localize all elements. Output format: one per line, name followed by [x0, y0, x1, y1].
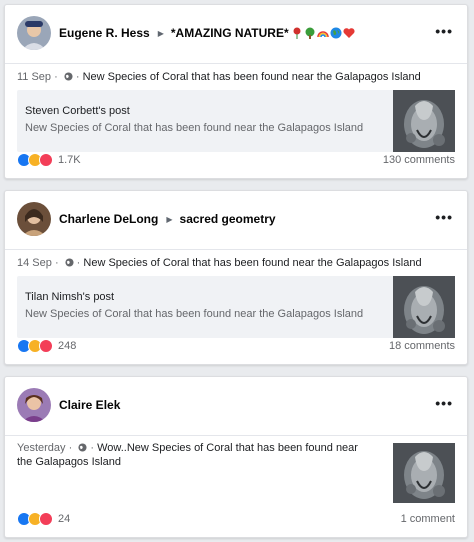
post-card: Eugene R. Hess ▶ *AMAZING NATURE* ••• 11… — [4, 4, 468, 179]
post-meta: 14 Sep · · New Species of Coral that has… — [17, 257, 422, 269]
love-reaction-icon — [39, 512, 53, 526]
more-options-icon[interactable]: ••• — [435, 209, 453, 225]
author-name[interactable]: Charlene DeLong — [59, 212, 158, 226]
shared-post-text: New Species of Coral that has been found… — [25, 122, 364, 134]
post-date[interactable]: Yesterday — [17, 442, 66, 454]
avatar[interactable] — [17, 202, 51, 236]
comments-count[interactable]: 18 comments — [389, 340, 455, 352]
post-author-line: Claire Elek — [59, 398, 120, 412]
reaction-count[interactable]: 248 — [58, 340, 76, 352]
post-author-line: Charlene DeLong ▶ sacred geometry — [59, 212, 276, 226]
coral-thumbnail[interactable] — [393, 276, 455, 338]
reactions[interactable]: 24 — [17, 512, 70, 526]
globe-icon — [64, 72, 73, 81]
post-header: Eugene R. Hess ▶ *AMAZING NATURE* ••• — [5, 5, 467, 63]
caret-right-icon: ▶ — [166, 214, 173, 224]
avatar[interactable] — [17, 16, 51, 50]
tree-icon — [305, 27, 315, 39]
post-header: Charlene DeLong ▶ sacred geometry ••• — [5, 191, 467, 249]
coral-thumbnail[interactable] — [393, 90, 455, 152]
group-emojis — [291, 27, 355, 39]
shared-post-title[interactable]: Tilan Nimsh's post — [25, 291, 114, 303]
divider — [5, 435, 467, 436]
comments-count[interactable]: 130 comments — [383, 154, 455, 166]
shared-post-title[interactable]: Steven Corbett's post — [25, 105, 130, 117]
love-reaction-icon — [39, 339, 53, 353]
author-name[interactable]: Claire Elek — [59, 398, 120, 412]
shared-post[interactable]: Steven Corbett's post New Species of Cor… — [17, 90, 455, 152]
post-description: New Species of Coral that has been found… — [83, 257, 422, 269]
love-reaction-icon — [39, 153, 53, 167]
reactions[interactable]: 248 — [17, 339, 76, 353]
more-options-icon[interactable]: ••• — [435, 23, 453, 39]
globe-icon — [78, 443, 87, 452]
post-footer: 1.7K 130 comments — [17, 153, 455, 169]
globe-emoji-icon — [330, 27, 342, 39]
post-date[interactable]: 11 Sep — [17, 71, 51, 83]
post-header: Claire Elek ••• — [5, 377, 467, 435]
post-card: Claire Elek ••• Yesterday · · Wow..New S… — [4, 376, 468, 538]
post-meta: 11 Sep · · New Species of Coral that has… — [17, 71, 421, 83]
post-date[interactable]: 14 Sep — [17, 257, 52, 269]
reaction-count[interactable]: 24 — [58, 513, 70, 525]
reaction-count[interactable]: 1.7K — [58, 154, 81, 166]
reactions[interactable]: 1.7K — [17, 153, 81, 167]
group-name[interactable]: *AMAZING NATURE* — [171, 26, 289, 40]
shared-post[interactable]: Tilan Nimsh's post New Species of Coral … — [17, 276, 455, 338]
heart-icon — [343, 28, 355, 38]
divider — [5, 63, 467, 64]
post-card: Charlene DeLong ▶ sacred geometry ••• 14… — [4, 190, 468, 365]
post-footer: 24 1 comment — [17, 512, 455, 528]
group-name[interactable]: sacred geometry — [180, 212, 276, 226]
globe-icon — [65, 258, 74, 267]
rainbow-icon — [316, 31, 329, 38]
post-description: New Species of Coral that has been found… — [82, 71, 421, 83]
comments-count[interactable]: 1 comment — [401, 513, 455, 525]
post-author-line: Eugene R. Hess ▶ *AMAZING NATURE* — [59, 26, 355, 40]
shared-post-text: New Species of Coral that has been found… — [25, 308, 364, 320]
coral-thumbnail[interactable] — [393, 443, 455, 503]
divider — [5, 249, 467, 250]
author-name[interactable]: Eugene R. Hess — [59, 26, 150, 40]
more-options-icon[interactable]: ••• — [435, 395, 453, 411]
rose-icon — [293, 27, 301, 39]
post-footer: 248 18 comments — [17, 339, 455, 355]
post-meta: Yesterday · · Wow..New Species of Coral … — [17, 442, 358, 468]
avatar[interactable] — [17, 388, 51, 422]
caret-right-icon: ▶ — [157, 28, 164, 38]
